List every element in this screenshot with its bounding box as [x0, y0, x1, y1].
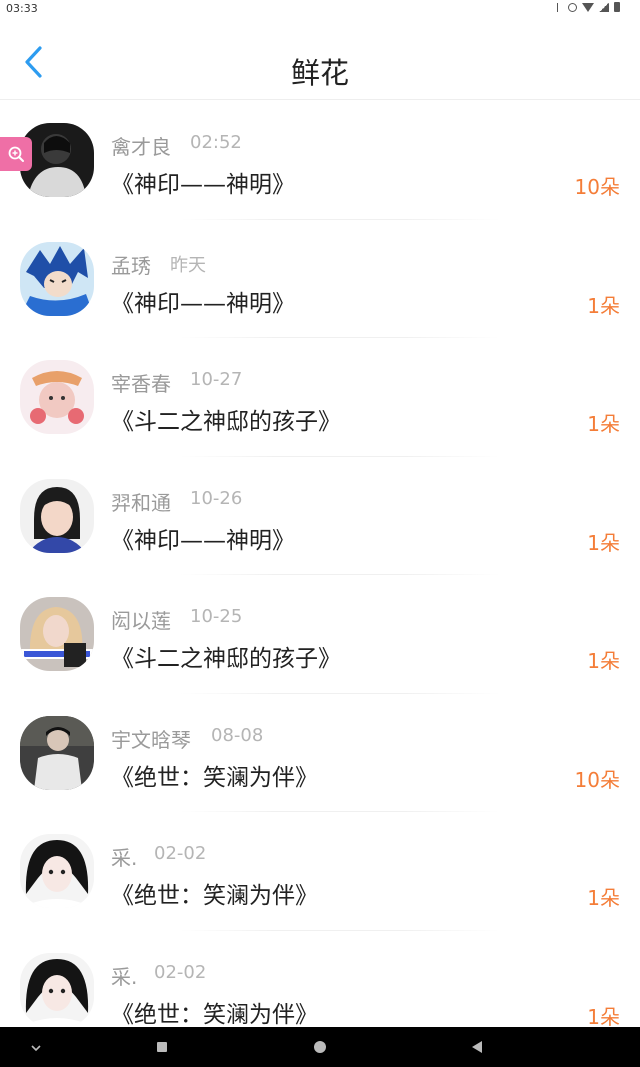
timestamp: 02-02 [154, 843, 207, 864]
flower-count: 10朵 [574, 175, 620, 199]
book-title: 《斗二之神邸的孩子》 [111, 409, 341, 435]
flower-count: 1朵 [587, 293, 620, 318]
book-title: 《神印——神明》 [111, 527, 295, 554]
flower-count: 1朵 [587, 1004, 620, 1029]
floating-zoom-button[interactable] [0, 137, 32, 171]
avatar[interactable] [20, 715, 94, 790]
user-name: 羿和通 [111, 490, 171, 515]
avatar-image [20, 597, 94, 671]
nav-recents-button[interactable] [132, 1027, 192, 1067]
nav-home-button[interactable] [290, 1027, 350, 1067]
flower-count: 1朵 [587, 886, 620, 910]
wifi-icon [582, 2, 594, 12]
user-name: 禽才良 [111, 135, 171, 159]
avatar-image [20, 241, 94, 316]
zoom-in-icon [8, 146, 24, 162]
user-name: 采. [111, 846, 138, 870]
user-name: 宰香春 [111, 372, 171, 396]
list-item[interactable]: 宰香春 10-27 《斗二之神邸的孩子》 1朵 [0, 338, 640, 457]
user-name: 闳以莲 [111, 609, 171, 633]
list-item[interactable]: 闳以莲 10-25 《斗二之神邸的孩子》 1朵 [0, 575, 640, 694]
triangle-back-icon [472, 1041, 482, 1053]
flower-count: 1朵 [587, 649, 620, 673]
list-item[interactable]: 孟琇 昨天 《神印——神明》 1朵 [0, 220, 640, 338]
avatar[interactable] [20, 597, 94, 671]
chevron-down-icon [31, 1045, 41, 1052]
flower-count: 1朵 [587, 412, 620, 436]
flower-count: 10朵 [574, 767, 620, 792]
avatar-image [20, 478, 94, 553]
status-bar: 03:33 [0, 0, 640, 18]
timestamp: 10-25 [190, 606, 243, 627]
user-name: 采. [111, 964, 138, 989]
timestamp: 10-26 [190, 487, 243, 509]
avatar[interactable] [20, 478, 94, 553]
bluetooth-icon [557, 2, 563, 12]
avatar[interactable] [20, 834, 94, 908]
list-item[interactable]: 羿和通 10-26 《神印——神明》 1朵 [0, 457, 640, 575]
book-title: 《绝世：笑澜为伴》 [111, 883, 318, 909]
avatar-image [20, 715, 94, 790]
flower-count: 1朵 [587, 530, 620, 555]
timestamp: 10-27 [190, 369, 243, 390]
avatar-image [20, 952, 94, 1027]
user-name: 宇文晗琴 [111, 727, 191, 752]
timestamp: 昨天 [170, 254, 206, 276]
book-title: 《斗二之神邸的孩子》 [111, 646, 341, 672]
timestamp: 08-08 [211, 724, 264, 746]
timestamp: 02:52 [190, 132, 242, 153]
status-icons [557, 2, 620, 12]
list-item[interactable]: 宇文晗琴 08-08 《绝世：笑澜为伴》 10朵 [0, 694, 640, 812]
circle-icon [314, 1041, 326, 1053]
avatar-image [20, 360, 94, 434]
user-name: 孟琇 [111, 253, 151, 278]
do-not-disturb-icon [568, 2, 577, 12]
battery-icon [614, 2, 620, 12]
book-title: 《绝世：笑澜为伴》 [111, 764, 318, 791]
book-title: 《神印——神明》 [111, 172, 295, 198]
square-icon [157, 1042, 167, 1052]
nav-back-button[interactable] [446, 1027, 506, 1067]
book-title: 《神印——神明》 [111, 290, 295, 317]
navigation-bar [0, 1027, 640, 1067]
timestamp: 02-02 [154, 961, 207, 983]
header: 鲜花 [0, 20, 640, 100]
avatar[interactable] [20, 241, 94, 316]
list-item[interactable]: 禽才良 02:52 《神印——神明》 10朵 [0, 101, 640, 220]
status-time: 03:33 [6, 2, 38, 15]
list-item[interactable]: 采. 02-02 《绝世：笑澜为伴》 1朵 [0, 812, 640, 931]
page-title: 鲜花 [290, 56, 349, 90]
book-title: 《绝世：笑澜为伴》 [111, 1001, 318, 1028]
avatar[interactable] [20, 360, 94, 434]
avatar[interactable] [20, 952, 94, 1027]
nav-hide-button[interactable] [6, 1027, 66, 1067]
avatar-image [20, 834, 94, 908]
signal-icon [599, 2, 609, 12]
flower-list: 禽才良 02:52 《神印——神明》 10朵 孟琇 昨天 《神印——神明》 1朵 [0, 101, 640, 1049]
